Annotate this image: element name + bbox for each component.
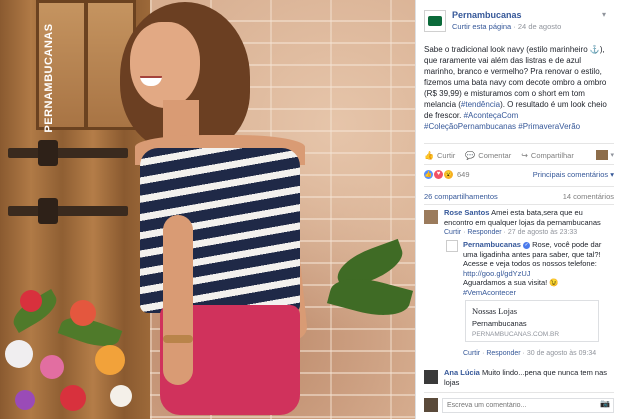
chevron-down-icon[interactable]: ▾ xyxy=(602,10,612,20)
like-label: Curtir xyxy=(436,150,456,160)
comment-author[interactable]: Rose Santos xyxy=(444,208,489,217)
post-date[interactable]: 24 de agosto xyxy=(518,22,561,31)
meta-separator: · xyxy=(513,22,516,31)
comment-time[interactable]: 30 de agosto às 09:34 xyxy=(527,350,596,357)
reactions-row: 👍 ♥ 😮 649 Principais comentários ▾ xyxy=(424,168,614,180)
post-header: Pernambucanas Curtir esta página · 24 de… xyxy=(424,8,614,38)
comment-item: Rose Santos Amei esta bata,sera que eu e… xyxy=(424,208,614,240)
share-icon: ↪ xyxy=(521,150,528,160)
hinge-cap xyxy=(38,140,58,166)
comment-meta: Curtir · Responder · 30 de agosto às 09:… xyxy=(463,350,597,357)
post-text: Sabe o tradicional look navy (estilo mar… xyxy=(424,44,614,132)
arm-left xyxy=(163,215,193,385)
post-meta: Curtir esta página · 24 de agosto xyxy=(452,22,561,31)
comment-author[interactable]: Ana Lúcia xyxy=(444,368,480,377)
hashtag-link[interactable]: #ColeçãoPernambucanas #PrimaveraVerão xyxy=(424,122,580,131)
share-button[interactable]: ↪ Compartilhar xyxy=(521,151,574,160)
camera-icon[interactable]: 📷 xyxy=(600,399,610,408)
comment-link[interactable]: http://goo.gl/gdYzUJ xyxy=(463,269,531,278)
comment-composer: 📷 xyxy=(424,396,614,414)
sort-label: Principais comentários xyxy=(532,169,609,179)
avatar[interactable] xyxy=(424,210,438,224)
brand-logo-icon xyxy=(428,16,442,26)
brand-watermark: PERNAMBUCANAS xyxy=(43,23,55,133)
post-photo[interactable]: PERNAMBUCANAS xyxy=(0,0,415,419)
comment-input[interactable] xyxy=(442,397,614,413)
comment-text: Aguardamos a sua visita! 😉 xyxy=(463,278,559,287)
avatar xyxy=(424,398,438,412)
face xyxy=(130,22,200,108)
smile xyxy=(140,76,162,86)
page-name-link[interactable]: Pernambucanas xyxy=(452,10,522,20)
comment-icon: 💬 xyxy=(465,150,476,160)
verified-icon: ✓ xyxy=(523,241,531,249)
comment-like-link[interactable]: Curtir xyxy=(444,229,461,236)
comment-sort-dropdown[interactable]: Principais comentários ▾ xyxy=(533,170,614,179)
wow-reaction-icon[interactable]: 😮 xyxy=(444,169,453,179)
comment-meta: Curtir · Responder · 27 de agosto às 23:… xyxy=(444,229,578,236)
comment-author[interactable]: Pernambucanas xyxy=(463,240,521,249)
comment-reply-link[interactable]: Responder xyxy=(486,350,520,357)
like-reaction-icon[interactable]: 👍 xyxy=(424,169,433,179)
hashtag-link[interactable]: #tendência xyxy=(461,100,500,109)
facebook-post-panel: Pernambucanas Curtir esta página · 24 de… xyxy=(415,0,620,419)
avatar[interactable] xyxy=(446,240,458,252)
door-hinge xyxy=(8,148,128,158)
love-reaction-icon[interactable]: ♥ xyxy=(434,169,443,179)
link-card-title: Nossas Lojas xyxy=(472,306,518,316)
comment-like-link[interactable]: Curtir xyxy=(463,350,480,357)
comment-time[interactable]: 27 de agosto às 23:33 xyxy=(508,229,577,236)
flowers xyxy=(0,270,150,419)
divider xyxy=(424,204,614,205)
comment-button[interactable]: 💬 Comentar xyxy=(465,151,511,160)
page-avatar[interactable] xyxy=(424,10,446,32)
bracelet xyxy=(163,335,193,343)
door-hinge xyxy=(8,206,128,216)
plant-right xyxy=(325,238,415,340)
divider xyxy=(424,143,614,144)
hashtag-link[interactable]: #VemAcontecer xyxy=(463,288,516,297)
hashtag-link[interactable]: #AconteçaCom xyxy=(464,111,519,120)
divider xyxy=(424,392,614,393)
avatar[interactable] xyxy=(424,370,438,384)
like-button[interactable]: 👍 Curtir xyxy=(424,151,455,160)
link-card-subtitle: Pernambucanas xyxy=(472,319,527,328)
stats-row: 26 compartilhamentos 14 comentários xyxy=(424,192,614,201)
divider xyxy=(424,164,614,165)
link-preview-card[interactable]: Nossas Lojas Pernambucanas PERNAMBUCANAS… xyxy=(465,300,599,342)
chevron-down-icon[interactable]: ▾ xyxy=(610,151,614,159)
thumbs-up-icon: 👍 xyxy=(424,150,434,160)
divider xyxy=(424,186,614,187)
share-label: Compartilhar xyxy=(530,150,574,160)
comment-reply-link[interactable]: Responder xyxy=(467,229,501,236)
post-actions: 👍 Curtir 💬 Comentar ↪ Compartilhar ▾ xyxy=(424,148,614,162)
hinge-cap xyxy=(38,198,58,224)
comment-item: Ana Lúcia Muito lindo...pena que nunca t… xyxy=(424,368,614,390)
comment-label: Comentar xyxy=(478,150,512,160)
comments-count[interactable]: 14 comentários xyxy=(563,192,614,201)
like-page-link[interactable]: Curtir esta página xyxy=(452,22,511,31)
shares-count[interactable]: 26 compartilhamentos xyxy=(424,192,498,201)
link-card-url: PERNAMBUCANAS.COM.BR xyxy=(472,331,560,338)
reaction-count[interactable]: 649 xyxy=(457,170,470,179)
act-as-avatar[interactable] xyxy=(596,150,609,160)
